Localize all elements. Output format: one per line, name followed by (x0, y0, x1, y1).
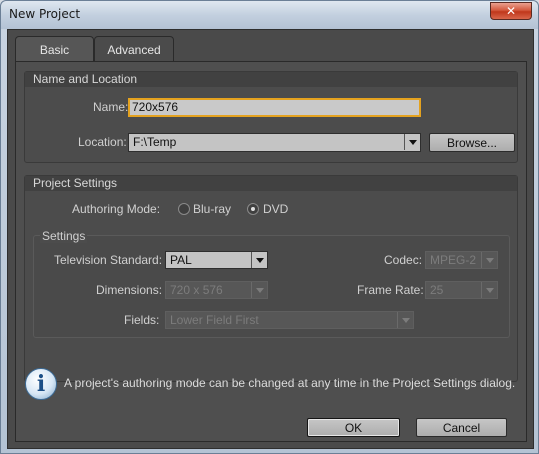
frame-rate-label: Frame Rate: (357, 283, 424, 297)
authoring-mode-label: Authoring Mode: (72, 202, 161, 216)
dvd-label[interactable]: DVD (263, 202, 288, 216)
name-label: Name: (93, 100, 129, 114)
fields-dropdown: Lower Field First (165, 311, 414, 329)
bluray-label[interactable]: Blu-ray (193, 202, 231, 216)
frame-rate-dropdown: 25 (425, 281, 498, 299)
tab-basic[interactable]: Basic (15, 36, 94, 63)
info-icon: i (25, 368, 57, 400)
name-field[interactable]: 720x576 (128, 98, 421, 117)
codec-value: MPEG-2 (430, 253, 477, 267)
browse-button[interactable]: Browse... (429, 133, 515, 152)
tab-advanced[interactable]: Advanced (94, 36, 174, 62)
cancel-button[interactable]: Cancel (416, 418, 507, 437)
dvd-radio[interactable] (247, 203, 259, 215)
chevron-down-icon (251, 282, 267, 298)
tv-standard-label: Television Standard: (54, 253, 163, 267)
codec-dropdown: MPEG-2 (425, 251, 498, 269)
ok-button[interactable]: OK (307, 418, 400, 437)
fields-value: Lower Field First (170, 313, 259, 327)
tv-standard-dropdown[interactable]: PAL (165, 251, 268, 269)
dimensions-value: 720 x 576 (170, 283, 223, 297)
project-settings-heading: Project Settings (25, 176, 517, 191)
frame-rate-value: 25 (430, 283, 444, 297)
dialog-body: Basic Advanced Name and Location Name: 7… (7, 29, 534, 449)
chevron-down-icon[interactable] (251, 252, 267, 268)
location-label: Location: (78, 135, 127, 149)
location-value: F:\Temp (133, 135, 177, 149)
title-bar[interactable]: New Project ✕ (1, 1, 538, 29)
tv-standard-value: PAL (170, 253, 192, 267)
name-location-heading: Name and Location (25, 72, 517, 87)
fields-label: Fields: (124, 313, 160, 327)
location-dropdown[interactable]: F:\Temp (128, 133, 421, 152)
codec-label: Codec: (384, 253, 423, 267)
close-button[interactable]: ✕ (490, 2, 532, 20)
info-glyph: i (36, 371, 46, 397)
dimensions-dropdown: 720 x 576 (165, 281, 268, 299)
info-message: A project's authoring mode can be change… (64, 376, 516, 390)
chevron-down-icon[interactable] (404, 134, 420, 150)
chevron-down-icon (397, 312, 413, 328)
name-location-group: Name and Location Name: 720x576 Location… (24, 71, 518, 163)
chevron-down-icon (481, 282, 497, 298)
dimensions-label: Dimensions: (96, 283, 163, 297)
basic-tab-panel: Name and Location Name: 720x576 Location… (15, 61, 527, 442)
close-icon: ✕ (505, 4, 517, 18)
project-settings-group: Project Settings Authoring Mode: Blu-ray… (24, 175, 518, 382)
settings-subgroup: Settings Television Standard: PAL Codec:… (33, 229, 510, 338)
chevron-down-icon (481, 252, 497, 268)
window-title: New Project (9, 7, 81, 21)
new-project-dialog: New Project ✕ Basic Advanced Name and Lo… (0, 0, 539, 454)
settings-heading: Settings (40, 229, 88, 243)
bluray-radio[interactable] (178, 203, 190, 215)
